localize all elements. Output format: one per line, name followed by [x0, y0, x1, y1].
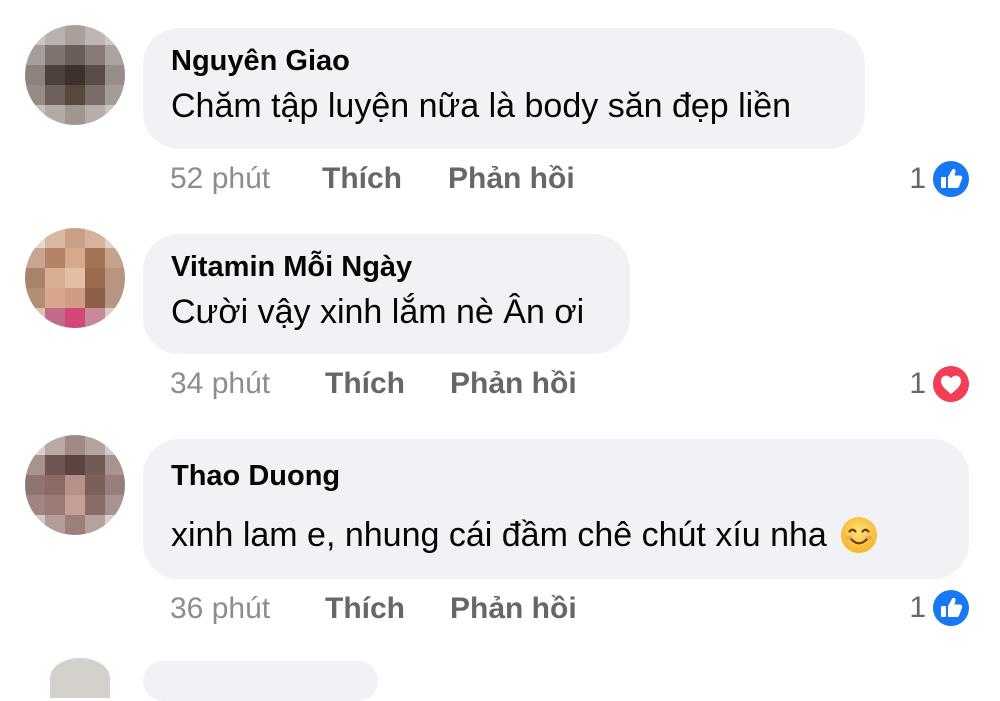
- avatar[interactable]: [50, 658, 110, 698]
- like-icon: [931, 588, 971, 628]
- comment-author[interactable]: Nguyên Giao: [171, 42, 837, 80]
- reaction-summary[interactable]: 1: [909, 158, 972, 200]
- comment-text: Chăm tập luyện nữa là body săn đẹp liền: [171, 84, 837, 128]
- like-link[interactable]: Thích: [325, 591, 405, 627]
- like-icon: [931, 159, 971, 199]
- reply-link[interactable]: Phản hồi: [450, 366, 577, 402]
- reaction-summary[interactable]: 1: [909, 587, 972, 629]
- reply-link[interactable]: Phản hồi: [450, 591, 577, 627]
- comment-bubble: Vitamin Mỗi Ngày Cười vậy xinh lắm nè Ân…: [143, 234, 630, 354]
- reaction-count: 1: [909, 591, 926, 624]
- reaction-summary[interactable]: 1: [909, 363, 972, 405]
- comment-text-content: xinh lam e, nhung cái đầm chê chút xíu n…: [171, 516, 827, 554]
- reply-link[interactable]: Phản hồi: [448, 161, 575, 197]
- avatar[interactable]: [25, 228, 125, 328]
- reaction-count: 1: [909, 367, 926, 400]
- comment-bubble: [143, 661, 378, 701]
- comment-timestamp[interactable]: 34 phút: [170, 366, 270, 402]
- comment-author[interactable]: Vitamin Mỗi Ngày: [171, 248, 602, 286]
- like-link[interactable]: Thích: [322, 161, 402, 197]
- avatar[interactable]: [25, 25, 125, 125]
- reaction-count: 1: [909, 162, 926, 195]
- comment-text-content: Cười vậy xinh lắm nè Ân ơi: [171, 293, 585, 331]
- love-icon: [931, 364, 971, 404]
- comment-timestamp[interactable]: 52 phút: [170, 161, 270, 197]
- like-link[interactable]: Thích: [325, 366, 405, 402]
- comment-timestamp[interactable]: 36 phút: [170, 591, 270, 627]
- avatar[interactable]: [25, 435, 125, 535]
- comment-text: Cười vậy xinh lắm nè Ân ơi: [171, 290, 602, 334]
- comment-author[interactable]: Thao Duong: [171, 457, 941, 495]
- smiling-face-icon: [840, 517, 877, 553]
- comment-bubble: Nguyên Giao Chăm tập luyện nữa là body s…: [143, 28, 865, 149]
- comment-bubble: Thao Duong xinh lam e, nhung cái đầm chê…: [143, 439, 969, 579]
- comment-text-content: Chăm tập luyện nữa là body săn đẹp liền: [171, 87, 792, 125]
- comment-text: xinh lam e, nhung cái đầm chê chút xíu n…: [171, 513, 941, 557]
